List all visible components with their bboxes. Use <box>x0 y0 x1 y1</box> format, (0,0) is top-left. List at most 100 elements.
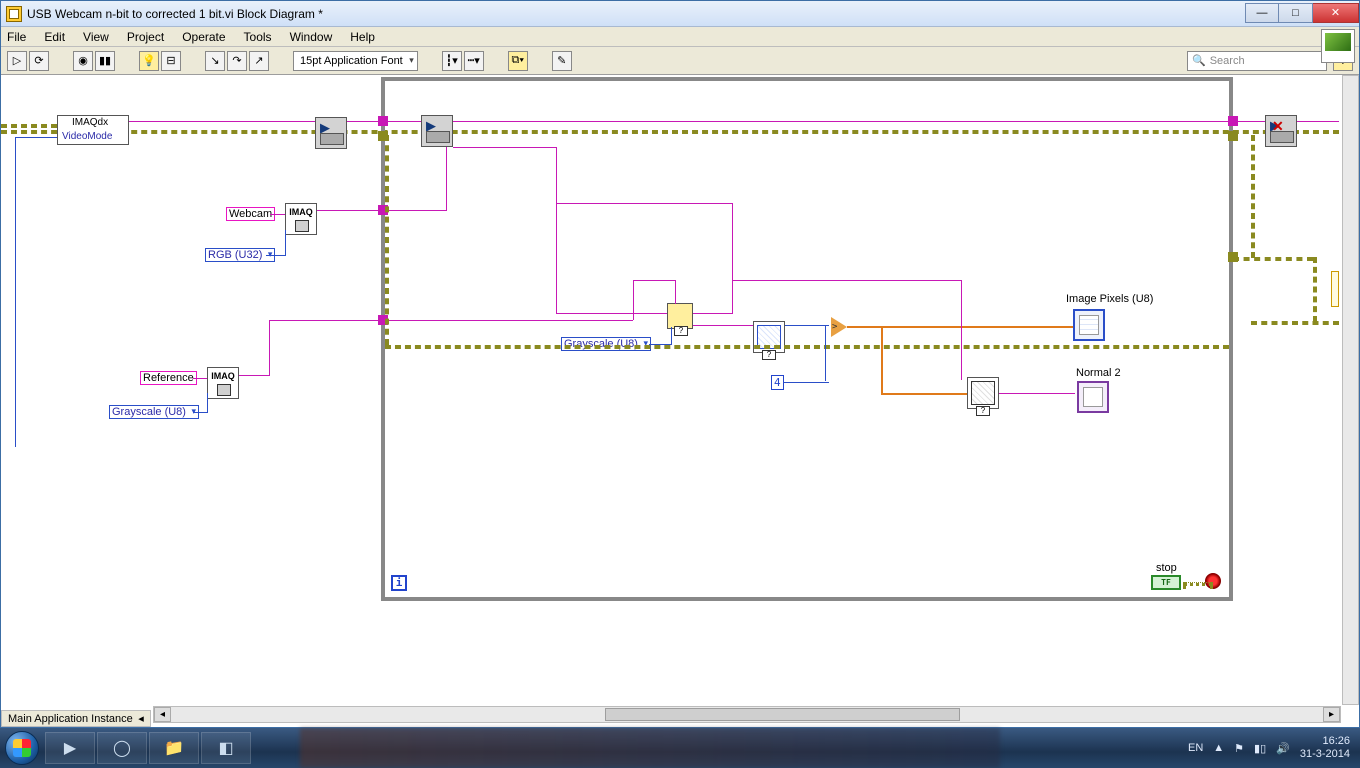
w6b2 <box>732 203 733 313</box>
w10c <box>732 280 962 281</box>
step-over-button[interactable]: ↷ <box>227 51 247 71</box>
w6b3 <box>693 313 733 314</box>
scroll-thumb[interactable] <box>605 708 961 721</box>
w2c <box>383 210 447 211</box>
start-button[interactable] <box>0 728 44 768</box>
w11 <box>1001 326 1073 328</box>
lang-indicator[interactable]: EN <box>1188 742 1203 754</box>
tray-flag2-icon[interactable]: ⚑ <box>1234 742 1244 755</box>
vi-icon[interactable] <box>1321 29 1355 63</box>
vertical-scrollbar[interactable] <box>1342 75 1359 705</box>
tray-clock[interactable]: 16:26 31-3-2014 <box>1300 735 1350 761</box>
menu-tools[interactable]: Tools <box>244 30 272 44</box>
rgb-type-ring[interactable]: RGB (U32) <box>205 248 275 262</box>
reorder-button[interactable]: ⧉▾ <box>508 51 528 71</box>
w6e3 <box>675 280 676 304</box>
abort-button[interactable]: ◉ <box>73 51 93 71</box>
w7 <box>693 325 753 326</box>
step-into-button[interactable]: ↘ <box>205 51 225 71</box>
font-ring[interactable]: 15pt Application Font <box>293 51 418 71</box>
close-button[interactable]: ✕ <box>1313 3 1359 23</box>
iteration-terminal: i <box>391 575 407 591</box>
cleanup-button[interactable]: ✎ <box>552 51 572 71</box>
w6p <box>453 147 557 148</box>
retain-wire-button[interactable]: ⊟ <box>161 51 181 71</box>
loop-stop-terminal[interactable] <box>1205 573 1221 589</box>
w8 <box>785 325 829 326</box>
imaqdx-grab-node[interactable] <box>421 115 453 147</box>
taskbar-chrome[interactable]: ◯ <box>97 732 147 764</box>
w6a <box>556 147 557 313</box>
w3c <box>207 393 208 413</box>
numeric-const-4[interactable]: 4 <box>771 375 784 390</box>
minimize-button[interactable]: — <box>1245 3 1279 23</box>
menubar[interactable]: File Edit View Project Operate Tools Win… <box>1 27 1359 47</box>
context-status[interactable]: Main Application Instance ◂ <box>1 710 151 727</box>
w4b <box>269 320 270 376</box>
menu-edit[interactable]: Edit <box>44 30 65 44</box>
toolbar: ▷ ⟳ ◉ ▮▮ 💡 ⊟ ↘ ↷ ↗ 15pt Application Font… <box>1 47 1359 75</box>
image-pixels-indicator[interactable] <box>1073 309 1105 341</box>
scroll-left-icon[interactable]: ◂ <box>154 707 171 722</box>
greater-than-node[interactable]: > <box>831 317 847 337</box>
grayscale-ring-1[interactable]: Grayscale (U8) <box>109 405 199 419</box>
taskbar-mediaplayer[interactable]: ▶ <box>45 732 95 764</box>
w12d <box>1313 257 1317 322</box>
wire-blue-ref <box>15 137 16 447</box>
express-row1: IMAQdx <box>58 116 128 131</box>
menu-view[interactable]: View <box>83 30 109 44</box>
run-button[interactable]: ▷ <box>7 51 27 71</box>
w6d <box>383 320 633 321</box>
w10b <box>961 280 962 380</box>
while-loop[interactable]: i <box>381 77 1233 601</box>
w2b <box>446 147 447 211</box>
stop-control[interactable]: TF <box>1151 575 1181 590</box>
tray-network-icon[interactable]: ▮▯ <box>1254 742 1266 755</box>
pause-button[interactable]: ▮▮ <box>95 51 115 71</box>
tray-date: 31-3-2014 <box>1300 748 1350 761</box>
system-tray[interactable]: EN ▲ ⚑ ▮▯ 🔊 16:26 31-3-2014 <box>1188 735 1360 761</box>
w3b <box>193 412 207 413</box>
taskbar-labview[interactable]: ◧ <box>201 732 251 764</box>
w6e <box>633 280 634 320</box>
w6e2 <box>633 280 675 281</box>
titlebar[interactable]: USB Webcam n-bit to corrected 1 bit.vi B… <box>1 1 1359 27</box>
imaq-arraytoimage-node[interactable]: ? <box>967 377 999 409</box>
wire-stop <box>1183 582 1213 586</box>
taskbar-blur <box>300 728 1000 768</box>
menu-file[interactable]: File <box>7 30 26 44</box>
distribute-button[interactable]: ┅▾ <box>464 51 484 71</box>
maximize-button[interactable]: □ <box>1279 3 1313 23</box>
scroll-right-icon[interactable]: ▸ <box>1323 707 1340 722</box>
w12c <box>1251 321 1339 325</box>
run-continuous-button[interactable]: ⟳ <box>29 51 49 71</box>
horizontal-scrollbar[interactable]: ◂ ▸ <box>153 706 1341 723</box>
menu-help[interactable]: Help <box>350 30 375 44</box>
unbundle-node[interactable] <box>1331 271 1339 307</box>
tunnel-error-out <box>1228 131 1238 141</box>
normal2-indicator[interactable] <box>1077 381 1109 413</box>
tray-volume-icon[interactable]: 🔊 <box>1276 742 1290 755</box>
menu-window[interactable]: Window <box>290 30 333 44</box>
tunnel-session-out <box>1228 116 1238 126</box>
w9c <box>881 393 967 395</box>
webcam-name-const[interactable]: Webcam <box>226 207 275 221</box>
imaqdx-close-node[interactable]: ✕ <box>1265 115 1297 147</box>
step-out-button[interactable]: ↗ <box>249 51 269 71</box>
windows-taskbar[interactable]: ▶ ◯ 📁 ◧ EN ▲ ⚑ ▮▯ 🔊 16:26 31-3-2014 <box>0 728 1360 768</box>
highlight-exec-button[interactable]: 💡 <box>139 51 159 71</box>
imaqdx-open-node[interactable]: IMAQdx VideoMode <box>57 115 129 145</box>
align-button[interactable]: ┇▾ <box>442 51 462 71</box>
imaqdx-configure-node[interactable] <box>315 117 347 149</box>
search-input[interactable]: 🔍 Search <box>1187 51 1327 71</box>
imaq-create-webcam[interactable]: IMAQ <box>285 203 317 235</box>
taskbar-explorer[interactable]: 📁 <box>149 732 199 764</box>
tray-flag-icon[interactable]: ▲ <box>1213 742 1224 754</box>
menu-project[interactable]: Project <box>127 30 164 44</box>
imaq-create-reference[interactable]: IMAQ <box>207 367 239 399</box>
block-diagram-canvas[interactable]: IMAQdx VideoMode i stop TF ✕ Webcam <box>1 75 1359 705</box>
reference-name-const[interactable]: Reference <box>140 371 197 385</box>
imaq-cast-node[interactable]: ? <box>667 303 693 329</box>
window-title: USB Webcam n-bit to corrected 1 bit.vi B… <box>27 7 1245 21</box>
menu-operate[interactable]: Operate <box>182 30 225 44</box>
